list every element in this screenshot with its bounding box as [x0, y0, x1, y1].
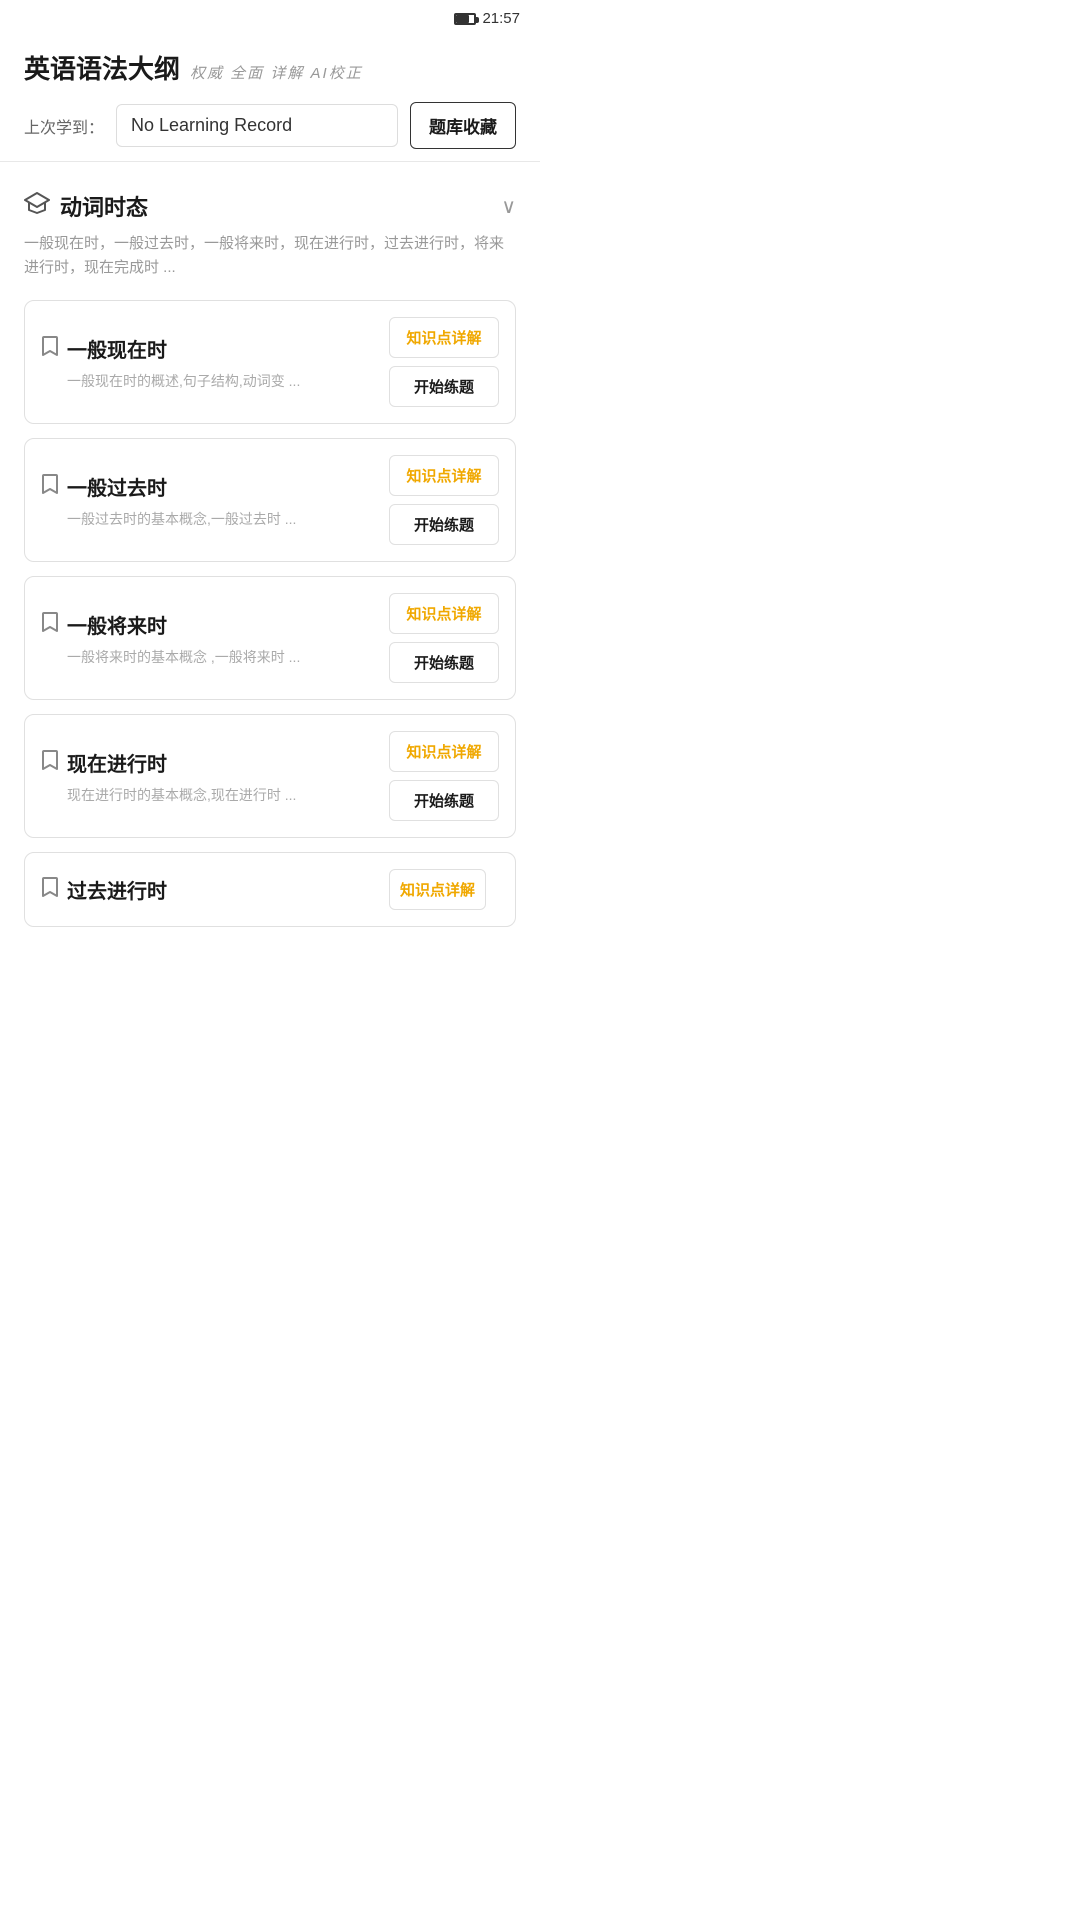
- card-4-desc: 现在进行时的基本概念,现在进行时 ...: [41, 785, 377, 805]
- chevron-down-icon[interactable]: ∨: [501, 194, 516, 219]
- partial-card-5-actions: 知识点详解: [389, 869, 499, 910]
- card-1-detail-button[interactable]: 知识点详解: [389, 317, 499, 358]
- card-1-practice-button[interactable]: 开始练题: [389, 366, 499, 407]
- time-display: 21:57: [482, 10, 520, 27]
- card-3: 一般将来时 一般将来时的基本概念 ,一般将来时 ... 知识点详解 开始练题: [24, 576, 516, 700]
- subtitle: 权威 全面 详解 AI校正: [190, 62, 363, 83]
- status-bar: 21:57: [0, 0, 540, 33]
- battery-icon: [454, 13, 476, 25]
- card-2-actions: 知识点详解 开始练题: [389, 455, 499, 545]
- card-1-actions: 知识点详解 开始练题: [389, 317, 499, 407]
- section-title: 动词时态: [60, 190, 148, 222]
- last-study-value: No Learning Record: [116, 104, 398, 147]
- card-4-title: 现在进行时: [67, 748, 167, 777]
- partial-card-5: 过去进行时 知识点详解: [24, 852, 516, 927]
- card-1-desc: 一般现在时的概述,句子结构,动词变 ...: [41, 371, 377, 391]
- card-2-left: 一般过去时 一般过去时的基本概念,一般过去时 ...: [41, 472, 377, 529]
- bookmark-icon-4: [41, 749, 59, 776]
- card-2: 一般过去时 一般过去时的基本概念,一般过去时 ... 知识点详解 开始练题: [24, 438, 516, 562]
- card-2-desc: 一般过去时的基本概念,一般过去时 ...: [41, 509, 377, 529]
- main-title: 英语语法大纲: [24, 49, 180, 86]
- verb-tense-section: 动词时态 ∨ 一般现在时，一般过去时，一般将来时，现在进行时，过去进行时，将来进…: [0, 162, 540, 300]
- card-4-detail-button[interactable]: 知识点详解: [389, 731, 499, 772]
- card-2-practice-button[interactable]: 开始练题: [389, 504, 499, 545]
- header: 英语语法大纲 权威 全面 详解 AI校正 上次学到： No Learning R…: [0, 33, 540, 162]
- card-3-practice-button[interactable]: 开始练题: [389, 642, 499, 683]
- card-3-title: 一般将来时: [67, 610, 167, 639]
- card-4-actions: 知识点详解 开始练题: [389, 731, 499, 821]
- last-study-label: 上次学到：: [24, 114, 104, 138]
- partial-card-5-detail-button[interactable]: 知识点详解: [389, 869, 486, 910]
- card-3-desc: 一般将来时的基本概念 ,一般将来时 ...: [41, 647, 377, 667]
- graduation-icon: [24, 190, 50, 222]
- card-4-left: 现在进行时 现在进行时的基本概念,现在进行时 ...: [41, 748, 377, 805]
- bookmark-icon-2: [41, 473, 59, 500]
- section-description: 一般现在时，一般过去时，一般将来时，现在进行时，过去进行时，将来进行时，现在完成…: [24, 232, 516, 280]
- bookmark-icon-3: [41, 611, 59, 638]
- card-2-detail-button[interactable]: 知识点详解: [389, 455, 499, 496]
- collection-button[interactable]: 题库收藏: [410, 102, 516, 149]
- card-4: 现在进行时 现在进行时的基本概念,现在进行时 ... 知识点详解 开始练题: [24, 714, 516, 838]
- card-1-left: 一般现在时 一般现在时的概述,句子结构,动词变 ...: [41, 334, 377, 391]
- cards-list: 一般现在时 一般现在时的概述,句子结构,动词变 ... 知识点详解 开始练题 一…: [0, 300, 540, 838]
- card-2-title: 一般过去时: [67, 472, 167, 501]
- bookmark-icon-5: [41, 876, 59, 903]
- partial-card-5-title: 过去进行时: [67, 875, 167, 904]
- card-1-title: 一般现在时: [67, 334, 167, 363]
- card-4-practice-button[interactable]: 开始练题: [389, 780, 499, 821]
- bookmark-icon-1: [41, 335, 59, 362]
- card-3-actions: 知识点详解 开始练题: [389, 593, 499, 683]
- card-3-detail-button[interactable]: 知识点详解: [389, 593, 499, 634]
- card-3-left: 一般将来时 一般将来时的基本概念 ,一般将来时 ...: [41, 610, 377, 667]
- card-1: 一般现在时 一般现在时的概述,句子结构,动词变 ... 知识点详解 开始练题: [24, 300, 516, 424]
- partial-card-5-left: 过去进行时: [41, 875, 389, 904]
